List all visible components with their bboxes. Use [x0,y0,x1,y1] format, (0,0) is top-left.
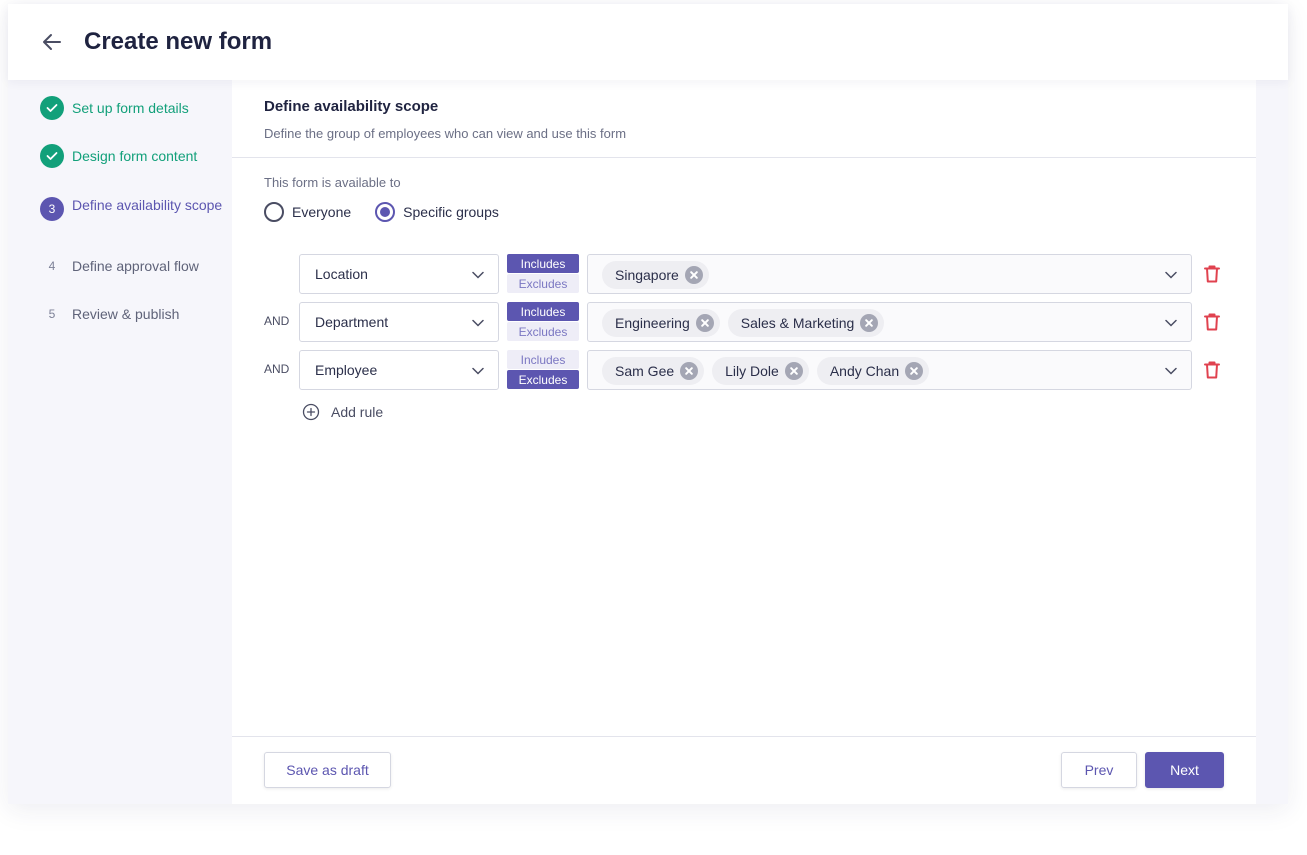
rule-connector: AND [264,362,290,376]
includes-option[interactable]: Includes [507,350,579,369]
radio-label: Everyone [292,204,352,220]
form-card: Define availability scope Define the gro… [232,80,1256,804]
excludes-option[interactable]: Excludes [507,274,579,293]
header: Create new form [8,4,1288,80]
delete-rule-icon[interactable] [1202,360,1222,380]
next-button[interactable]: Next [1145,752,1224,788]
chip-label: Sales & Marketing [740,315,855,331]
radio-everyone[interactable]: Everyone [264,202,351,222]
rule-field-value: Location [315,266,368,282]
step-label: Define availability scope [72,197,223,213]
section-subtitle: Define the group of employees who can vi… [264,126,627,141]
step-number: 4 [48,259,56,273]
availability-label: This form is available to [264,175,401,190]
value-chip: Sam Gee [602,357,705,385]
rule-values-multiselect[interactable]: Engineering Sales & Marketing [587,302,1192,342]
remove-chip-icon[interactable] [684,266,703,284]
step-set-up-form-details[interactable]: Set up form details [40,96,230,120]
back-arrow-icon[interactable] [38,30,66,54]
remove-chip-icon[interactable] [680,362,699,380]
chevron-down-icon[interactable] [1165,367,1177,375]
delete-rule-icon[interactable] [1202,312,1222,332]
radio-label: Specific groups [403,204,499,220]
add-rule-label: Add rule [331,404,384,420]
rule-values-multiselect[interactable]: Singapore [587,254,1192,294]
chevron-down-icon [472,319,484,327]
value-chip: Singapore [602,261,709,289]
chevron-down-icon[interactable] [1165,319,1177,327]
rule-row: Location Includes Excludes Singapore [232,254,1256,294]
footer-actions: Save as draft Prev Next [232,736,1256,804]
add-rule-button[interactable]: Add rule [302,403,383,421]
chip-label: Lily Dole [725,363,779,379]
rule-field-select[interactable]: Location [299,254,499,294]
chip-label: Andy Chan [829,363,900,379]
check-icon [40,96,64,120]
radio-specific-groups[interactable]: Specific groups [375,202,499,222]
chevron-down-icon[interactable] [1165,271,1177,279]
step-label: Review & publish [72,306,180,322]
rule-field-select[interactable]: Department [299,302,499,342]
step-label: Design form content [72,148,198,164]
value-chip: Engineering [602,309,720,337]
chip-label: Sam Gee [615,363,675,379]
step-define-availability-scope[interactable]: 3 Define availability scope [40,197,230,221]
rule-row: AND Employee Includes Excludes Sam Gee L… [232,350,1256,390]
page-title: Create new form [84,28,273,55]
excludes-option[interactable]: Excludes [507,370,579,389]
include-exclude-toggle: Includes Excludes [507,302,579,342]
radio-circle[interactable] [264,202,284,222]
section-title: Define availability scope [264,98,439,115]
rule-connector: AND [264,314,290,328]
rule-field-select[interactable]: Employee [299,350,499,390]
save-as-draft-button[interactable]: Save as draft [264,752,391,788]
chevron-down-icon [472,271,484,279]
step-number: 3 [40,197,64,221]
radio-circle[interactable] [375,202,396,222]
value-chip: Sales & Marketing [727,309,885,337]
delete-rule-icon[interactable] [1202,264,1222,284]
rule-row: AND Department Includes Excludes Enginee… [232,302,1256,342]
check-icon [40,144,64,168]
step-review-publish[interactable]: 5 Review & publish [40,302,230,326]
remove-chip-icon[interactable] [695,314,714,332]
step-define-approval-flow[interactable]: 4 Define approval flow [40,254,230,278]
rule-values-multiselect[interactable]: Sam Gee Lily Dole Andy Chan [587,350,1192,390]
rule-field-value: Department [315,314,389,330]
rule-field-value: Employee [315,362,378,378]
step-label: Define approval flow [72,258,199,274]
value-chip: Lily Dole [712,357,809,385]
include-exclude-toggle: Includes Excludes [507,350,579,390]
chip-label: Singapore [615,267,679,283]
remove-chip-icon[interactable] [860,314,879,332]
availability-radio-group: Everyone Specific groups [264,202,523,222]
step-number: 5 [48,307,56,321]
includes-option[interactable]: Includes [507,254,579,273]
includes-option[interactable]: Includes [507,302,579,321]
step-design-form-content[interactable]: Design form content [40,144,230,168]
section-header: Define availability scope Define the gro… [232,80,1256,158]
chevron-down-icon [472,367,484,375]
remove-chip-icon[interactable] [784,362,803,380]
add-circle-icon [302,403,320,421]
prev-button[interactable]: Prev [1061,752,1137,788]
step-label: Set up form details [72,100,189,116]
chip-label: Engineering [615,315,690,331]
remove-chip-icon[interactable] [905,362,924,380]
include-exclude-toggle: Includes Excludes [507,254,579,294]
excludes-option[interactable]: Excludes [507,322,579,341]
value-chip: Andy Chan [816,357,930,385]
app-window: Create new form Set up form details Desi… [8,4,1288,804]
